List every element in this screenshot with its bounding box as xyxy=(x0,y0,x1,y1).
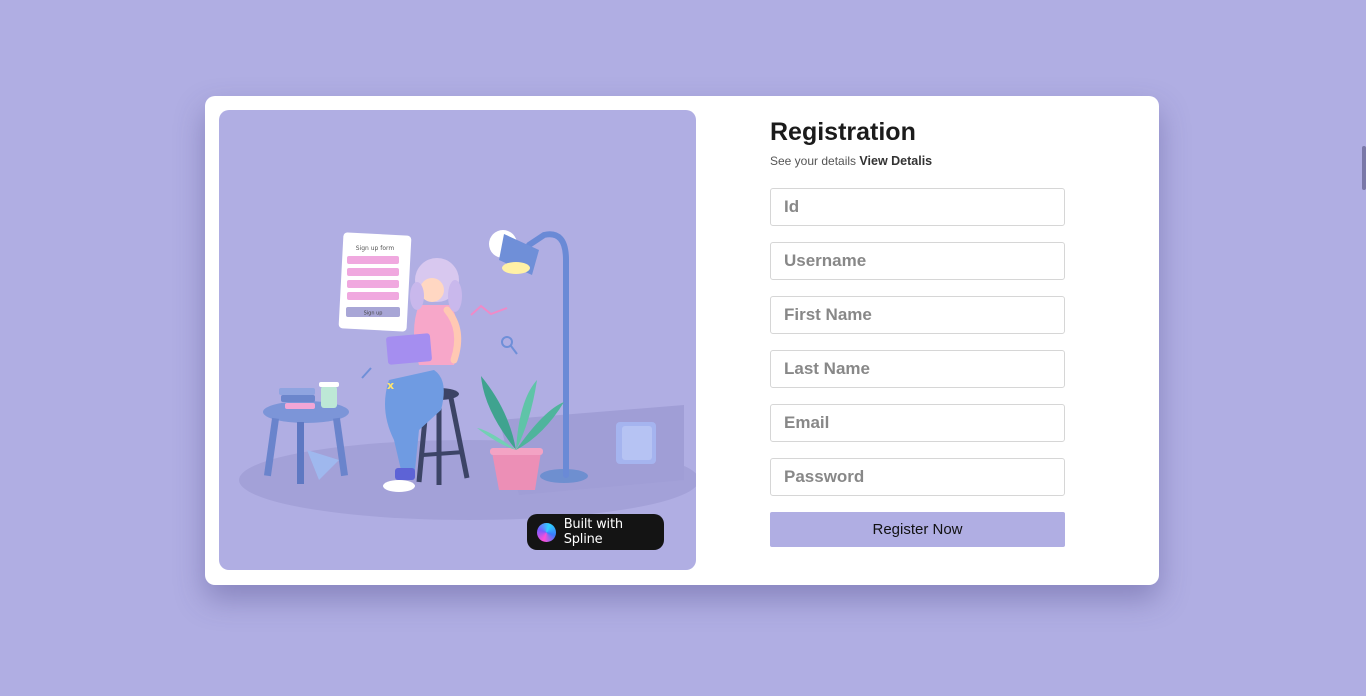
register-now-button[interactable]: Register Now xyxy=(770,512,1065,547)
floating-chart-line xyxy=(470,304,508,316)
page-title: Registration xyxy=(770,118,916,146)
form-card-title: Sign up form xyxy=(356,245,395,252)
spline-logo-icon xyxy=(537,522,556,542)
glass-cube xyxy=(616,422,656,464)
illustration-panel: Sign up form Sign up x Built with Spline xyxy=(219,110,696,570)
floating-arrow xyxy=(361,367,372,379)
scrollbar-thumb[interactable] xyxy=(1362,146,1366,190)
username-input[interactable] xyxy=(770,242,1065,280)
subtitle: See your details View Detalis xyxy=(770,154,1065,170)
built-with-spline-badge[interactable]: Built with Spline xyxy=(527,514,664,550)
password-input[interactable] xyxy=(770,458,1065,496)
svg-text:x: x xyxy=(387,379,394,392)
subtitle-text: See your details xyxy=(770,154,857,168)
view-details-link[interactable]: View Detalis xyxy=(859,154,932,168)
floating-magnifier xyxy=(501,336,513,348)
email-input[interactable] xyxy=(770,404,1065,442)
registration-form: Registration See your details View Detal… xyxy=(770,116,1065,547)
registration-card: Sign up form Sign up x Built with Spline… xyxy=(205,96,1159,585)
floating-form-card: Sign up form Sign up xyxy=(338,232,412,332)
first-name-input[interactable] xyxy=(770,296,1065,334)
spline-badge-label: Built with Spline xyxy=(563,517,623,547)
id-input[interactable] xyxy=(770,188,1065,226)
last-name-input[interactable] xyxy=(770,350,1065,388)
illustration-scene: Sign up form Sign up x xyxy=(239,230,696,520)
form-card-button: Sign up xyxy=(364,311,383,317)
